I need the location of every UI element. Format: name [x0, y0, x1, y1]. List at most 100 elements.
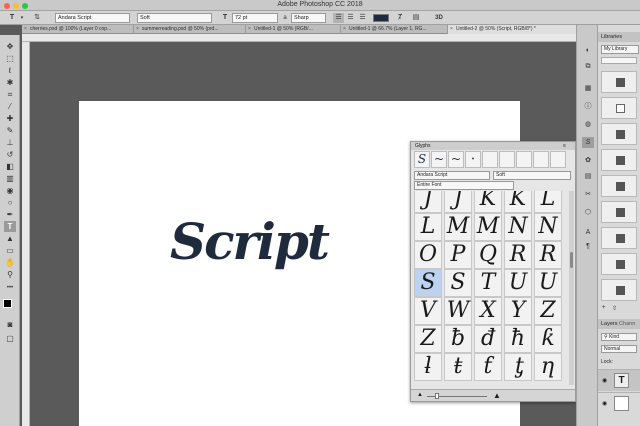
- pen-tool-icon[interactable]: ✒: [4, 209, 16, 220]
- tab-untitled-2[interactable]: × Untitled-2 @ 50% (Script, RGB/8*) *: [448, 25, 582, 34]
- tab-summerreading[interactable]: × summerreading.psd @ 50% (prd...: [134, 25, 246, 34]
- lasso-tool-icon[interactable]: ℓ: [4, 65, 16, 76]
- glyph-cell[interactable]: ƀ: [444, 325, 472, 353]
- glyph-cell[interactable]: K: [504, 191, 532, 213]
- 3d-button[interactable]: 3D: [432, 13, 446, 23]
- glyphs-font-select[interactable]: Andara Script: [414, 171, 490, 180]
- glyph-cell[interactable]: S: [444, 269, 472, 297]
- type-tool-icon[interactable]: T: [4, 221, 16, 232]
- glyph-scrollbar-thumb[interactable]: [570, 252, 573, 268]
- eraser-tool-icon[interactable]: ◧: [4, 161, 16, 172]
- paragraph-icon[interactable]: ¶: [582, 241, 594, 252]
- glyph-cell[interactable]: ħ: [504, 325, 532, 353]
- glyph-cell[interactable]: đ: [474, 325, 502, 353]
- character-panel-icon[interactable]: ▤: [410, 13, 422, 23]
- eyedropper-tool-icon[interactable]: ⁄: [4, 101, 16, 112]
- eye-icon[interactable]: ◉: [602, 377, 607, 384]
- magic-wand-tool-icon[interactable]: ✱: [4, 77, 16, 88]
- move-tool-icon[interactable]: ✥: [4, 41, 16, 52]
- glyph-cell[interactable]: J: [444, 191, 472, 213]
- library-asset[interactable]: [601, 175, 637, 197]
- layer-row-text[interactable]: ◉ T: [598, 369, 640, 391]
- hand-tool-icon[interactable]: ✋: [4, 257, 16, 268]
- text-color-swatch[interactable]: [373, 14, 389, 22]
- 3d-icon[interactable]: ⬡: [582, 207, 594, 218]
- blend-mode-select[interactable]: Normal: [601, 345, 637, 353]
- close-icon[interactable]: ×: [136, 25, 139, 34]
- library-asset[interactable]: [601, 123, 637, 145]
- shape-tool-icon[interactable]: ▭: [4, 245, 16, 256]
- layer-row-background[interactable]: ◉: [598, 392, 640, 414]
- clone-stamp-tool-icon[interactable]: ⊥: [4, 137, 16, 148]
- glyph-scrollbar[interactable]: [569, 191, 574, 385]
- quick-mask-icon[interactable]: ◙: [4, 319, 16, 330]
- character-icon[interactable]: A: [582, 227, 594, 238]
- path-selection-tool-icon[interactable]: ▲: [4, 233, 16, 244]
- library-asset[interactable]: [601, 227, 637, 249]
- glyph-cell[interactable]: Q: [474, 241, 502, 269]
- tab-cherries[interactable]: × cherries.psd @ 100% (Layer 0 cop...: [22, 25, 134, 34]
- glyph-cell[interactable]: M: [444, 213, 472, 241]
- glyph-cell[interactable]: ƚ: [414, 353, 442, 381]
- glyphs-filter-select[interactable]: Entire Font: [414, 181, 514, 190]
- recent-glyph-empty[interactable]: [499, 151, 515, 168]
- glyph-cell[interactable]: L: [534, 191, 562, 213]
- close-icon[interactable]: ×: [343, 25, 346, 34]
- dodge-tool-icon[interactable]: ○: [4, 197, 16, 208]
- library-asset[interactable]: [601, 253, 637, 275]
- glyph-cell[interactable]: Z: [414, 325, 442, 353]
- glyph-cell[interactable]: N: [534, 213, 562, 241]
- panel-menu-icon[interactable]: ≡: [563, 142, 566, 150]
- align-right-icon[interactable]: ☰: [357, 13, 368, 23]
- font-size-select[interactable]: 72 pt: [232, 13, 278, 23]
- font-style-select[interactable]: Soft: [137, 13, 212, 23]
- layer-filter-select[interactable]: ⚲ Kind: [601, 333, 637, 341]
- adjust-icon[interactable]: ◐: [582, 45, 594, 56]
- glyph-cell[interactable]: ƭ: [474, 353, 502, 381]
- glyph-cell[interactable]: R: [504, 241, 532, 269]
- antialias-select[interactable]: Sharp: [291, 13, 326, 23]
- zoom-tool-icon[interactable]: ⚲: [4, 269, 16, 280]
- glyph-cell[interactable]: P: [444, 241, 472, 269]
- add-icon[interactable]: +: [602, 305, 606, 311]
- history-brush-tool-icon[interactable]: ↺: [4, 149, 16, 160]
- glyph-cell[interactable]: X: [474, 297, 502, 325]
- info-icon[interactable]: ⓘ: [582, 101, 594, 112]
- library-asset[interactable]: [601, 201, 637, 223]
- recent-glyph-empty[interactable]: [516, 151, 532, 168]
- type-tool-preset-icon[interactable]: T: [6, 13, 18, 23]
- glyphs-style-select[interactable]: Soft: [493, 171, 571, 180]
- recent-glyph[interactable]: ~: [431, 151, 447, 168]
- marquee-tool-icon[interactable]: ⬚: [4, 53, 16, 64]
- text-orientation-icon[interactable]: ⇅: [31, 13, 43, 23]
- warp-text-icon[interactable]: Ⱦ: [394, 13, 406, 23]
- glyph-cell[interactable]: S: [414, 269, 442, 297]
- align-left-icon[interactable]: ☰: [333, 13, 344, 23]
- brushes-icon[interactable]: ✿: [582, 155, 594, 166]
- close-icon[interactable]: ×: [24, 25, 27, 34]
- library-asset[interactable]: [601, 279, 637, 301]
- glyph-cell[interactable]: T: [474, 269, 502, 297]
- recent-glyph[interactable]: •: [465, 151, 481, 168]
- large-glyph-icon[interactable]: ▲: [493, 391, 501, 400]
- chevron-down-icon[interactable]: ▾: [18, 13, 26, 23]
- glyph-cell[interactable]: J: [414, 191, 442, 213]
- color-icon[interactable]: ◍: [582, 119, 594, 130]
- glyph-cell[interactable]: W: [444, 297, 472, 325]
- glyph-cell[interactable]: ƞ: [534, 353, 562, 381]
- glyph-cell[interactable]: L: [414, 213, 442, 241]
- libraries-tab[interactable]: Libraries: [598, 32, 640, 42]
- glyph-cell[interactable]: K: [474, 191, 502, 213]
- glyph-cell[interactable]: O: [414, 241, 442, 269]
- glyph-cell[interactable]: Z: [534, 297, 562, 325]
- glyph-cell[interactable]: ƙ: [534, 325, 562, 353]
- library-asset[interactable]: [601, 149, 637, 171]
- glyph-size-slider-thumb[interactable]: [435, 393, 439, 399]
- gradient-tool-icon[interactable]: ▥: [4, 173, 16, 184]
- small-glyph-icon[interactable]: ▲: [417, 392, 423, 398]
- canvas-script-text[interactable]: Script: [170, 212, 330, 272]
- glyph-cell[interactable]: U: [504, 269, 532, 297]
- glyphs-icon[interactable]: S: [582, 137, 594, 148]
- library-asset[interactable]: [601, 71, 637, 93]
- brush-tool-icon[interactable]: ✎: [4, 125, 16, 136]
